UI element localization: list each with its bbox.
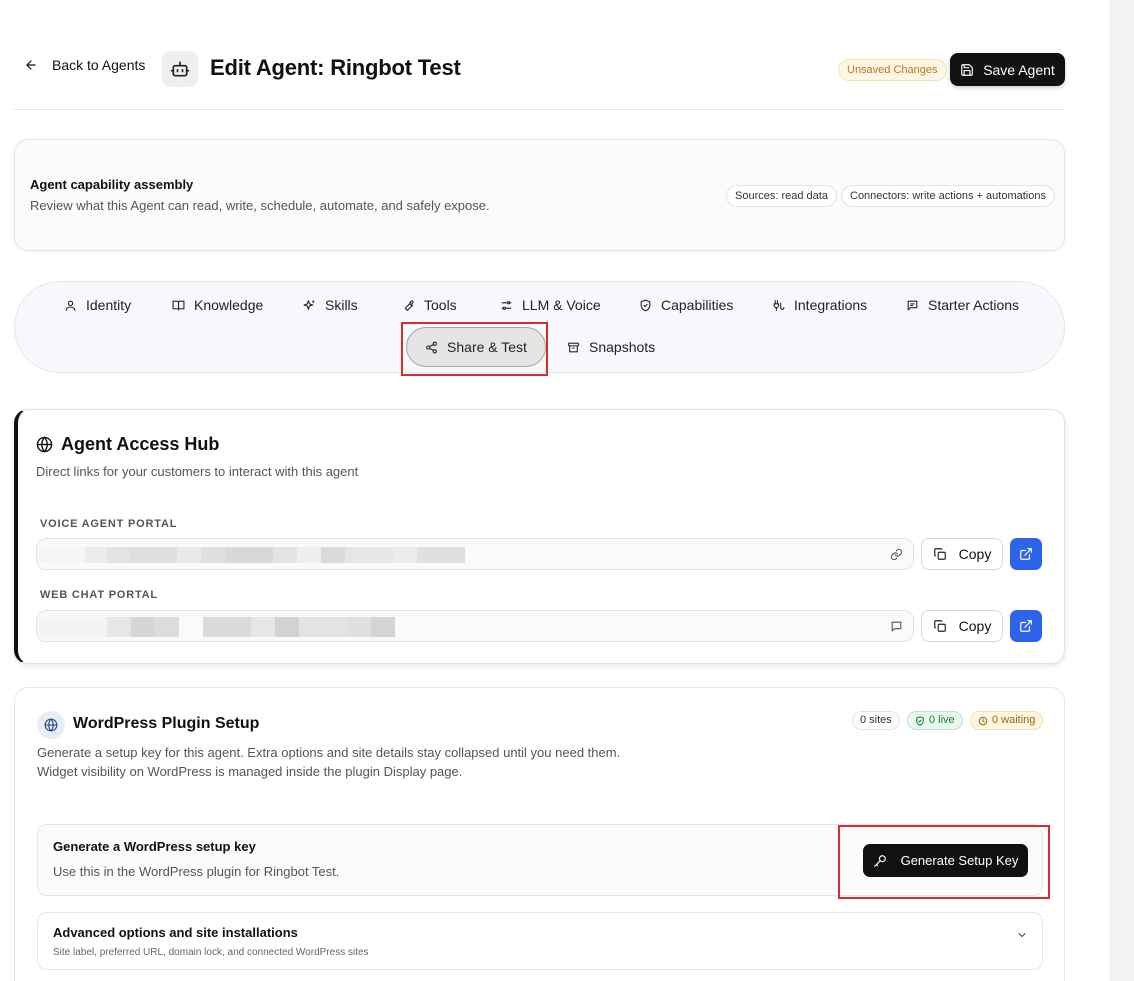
copy-webchat-label: Copy — [958, 618, 992, 634]
sliders-icon — [501, 300, 512, 310]
hub-title: Agent Access Hub — [36, 434, 219, 455]
back-link-label: Back to Agents — [52, 57, 146, 73]
external-link-icon — [1020, 620, 1032, 632]
generate-key-subtitle: Use this in the WordPress plugin for Rin… — [53, 864, 340, 879]
copy-icon — [933, 548, 946, 560]
capability-subtitle: Review what this Agent can read, write, … — [30, 198, 490, 213]
page: Back to Agents Edit Agent: Ringbot Test … — [14, 0, 1065, 981]
copy-icon — [933, 620, 946, 632]
tab-integrations[interactable]: Integrations — [772, 297, 867, 313]
waiting-count-text: 0 waiting — [992, 714, 1036, 726]
shield-check-icon — [640, 299, 651, 311]
save-agent-button[interactable]: Save Agent — [950, 53, 1065, 86]
sites-count-badge: 0 sites — [852, 711, 900, 730]
tab-snapshots[interactable]: Snapshots — [567, 339, 655, 355]
scrollbar-track[interactable] — [1110, 0, 1134, 981]
hub-subtitle: Direct links for your customers to inter… — [36, 464, 359, 479]
chevron-down-icon[interactable] — [1016, 929, 1028, 941]
tab-llm-voice-label: LLM & Voice — [522, 297, 601, 313]
agent-avatar — [162, 51, 198, 87]
page-title: Edit Agent: Ringbot Test — [210, 55, 461, 80]
generate-setup-key-button[interactable]: Generate Setup Key — [863, 844, 1028, 877]
open-webchat-portal-button[interactable] — [1010, 610, 1042, 642]
waiting-count-badge: 0 waiting — [970, 711, 1044, 730]
webchat-portal-label: WEB CHAT PORTAL — [40, 589, 158, 601]
globe-icon — [44, 718, 58, 732]
tab-share-test-label: Share & Test — [447, 339, 527, 355]
back-to-agents-link[interactable]: Back to Agents — [24, 57, 145, 73]
connectors-pill: Connectors: write actions + automations — [841, 185, 1055, 207]
tab-share-test[interactable]: Share & Test — [406, 327, 546, 367]
capability-assembly-card: Agent capability assembly Review what th… — [14, 139, 1065, 251]
unsaved-changes-badge: Unsaved Changes — [838, 59, 947, 81]
tab-skills-label: Skills — [325, 297, 358, 313]
copy-voice-label: Copy — [958, 546, 992, 562]
globe-icon — [36, 436, 53, 453]
page-header: Back to Agents Edit Agent: Ringbot Test … — [14, 0, 1065, 110]
wordpress-description: Generate a setup key for this agent. Ext… — [37, 745, 621, 760]
wordpress-visibility-note: Widget visibility on WordPress is manage… — [37, 764, 463, 779]
wordpress-plugin-card: WordPress Plugin Setup 0 sites 0 live 0 … — [14, 687, 1065, 981]
tab-integrations-label: Integrations — [794, 297, 868, 313]
voice-portal-label: VOICE AGENT PORTAL — [40, 518, 178, 530]
tab-tools[interactable]: Tools — [402, 297, 457, 313]
capability-title: Agent capability assembly — [30, 177, 194, 192]
copy-voice-portal-button[interactable]: Copy — [921, 538, 1003, 570]
external-link-icon — [1020, 548, 1032, 560]
sparkles-icon — [303, 299, 315, 310]
tab-identity-label: Identity — [86, 297, 132, 313]
tab-starter-actions-label: Starter Actions — [928, 297, 1020, 313]
advanced-options-subtitle: Site label, preferred URL, domain lock, … — [53, 947, 369, 958]
sites-count-text: 0 sites — [860, 714, 892, 726]
message-square-icon — [891, 621, 902, 632]
tab-llm-voice[interactable]: LLM & Voice — [500, 297, 601, 313]
tab-snapshots-label: Snapshots — [589, 339, 656, 355]
webchat-portal-url-input[interactable] — [36, 610, 914, 642]
sources-pill: Sources: read data — [726, 185, 837, 207]
book-open-icon — [172, 300, 185, 310]
tab-capabilities-label: Capabilities — [661, 297, 734, 313]
clock-icon — [978, 716, 988, 725]
wordpress-globe-badge — [37, 711, 65, 739]
voice-portal-url-input[interactable] — [36, 538, 914, 570]
user-icon — [65, 300, 76, 311]
arrow-left-icon — [26, 60, 36, 70]
plug-icon — [773, 299, 785, 311]
generate-setup-key-label: Generate Setup Key — [900, 853, 1019, 868]
save-icon — [961, 63, 974, 76]
copy-webchat-portal-button[interactable]: Copy — [921, 610, 1003, 642]
tab-starter-actions[interactable]: Starter Actions — [906, 297, 1019, 313]
tab-knowledge[interactable]: Knowledge — [172, 297, 263, 313]
hub-title-text: Agent Access Hub — [61, 434, 220, 454]
archive-icon — [568, 342, 579, 352]
agent-access-hub-card: Agent Access Hub Direct links for your c… — [14, 409, 1065, 664]
open-voice-portal-button[interactable] — [1010, 538, 1042, 570]
wordpress-title: WordPress Plugin Setup — [73, 715, 260, 732]
tab-capabilities[interactable]: Capabilities — [639, 297, 733, 313]
generate-key-title: Generate a WordPress setup key — [53, 839, 256, 854]
tab-skills[interactable]: Skills — [303, 297, 358, 313]
bot-icon — [170, 61, 190, 77]
tab-knowledge-label: Knowledge — [194, 297, 264, 313]
message-square-icon — [907, 300, 918, 310]
shield-check-icon — [916, 715, 924, 726]
link-icon — [890, 548, 903, 561]
tab-identity[interactable]: Identity — [64, 297, 131, 313]
key-icon — [873, 854, 886, 867]
advanced-options-accordion[interactable]: Advanced options and site installations … — [37, 912, 1043, 970]
live-count-badge: 0 live — [907, 711, 963, 730]
live-count-text: 0 live — [929, 714, 955, 726]
wrench-icon — [404, 299, 414, 311]
advanced-options-title: Advanced options and site installations — [53, 925, 298, 940]
save-agent-label: Save Agent — [983, 61, 1055, 78]
tab-tools-label: Tools — [424, 297, 457, 313]
share-icon — [426, 341, 437, 353]
